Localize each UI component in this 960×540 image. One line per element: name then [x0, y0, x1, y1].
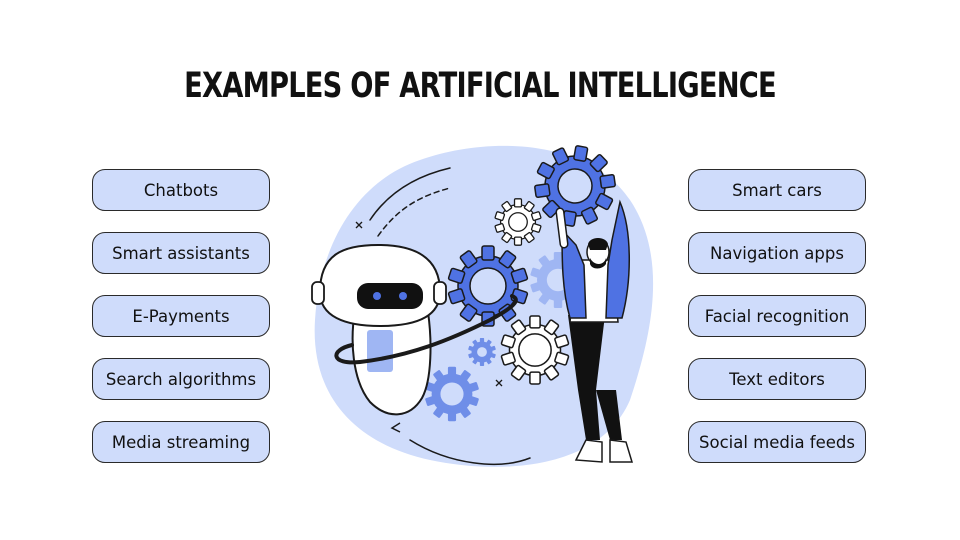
item-media-streaming: Media streaming [92, 421, 270, 463]
item-e-payments: E-Payments [92, 295, 270, 337]
gear-icon [500, 315, 570, 385]
item-navigation-apps: Navigation apps [688, 232, 866, 274]
item-smart-assistants: Smart assistants [92, 232, 270, 274]
page-title: EXAMPLES OF ARTIFICIAL INTELLIGENCE [184, 66, 777, 106]
gear-icon [447, 245, 529, 327]
ai-illustration [311, 140, 654, 467]
gear-icon [494, 198, 542, 246]
item-search-algorithms: Search algorithms [92, 358, 270, 400]
item-smart-cars: Smart cars [688, 169, 866, 211]
item-social-media-feeds: Social media feeds [688, 421, 866, 463]
item-chatbots: Chatbots [92, 169, 270, 211]
item-text-editors: Text editors [688, 358, 866, 400]
item-facial-recognition: Facial recognition [688, 295, 866, 337]
